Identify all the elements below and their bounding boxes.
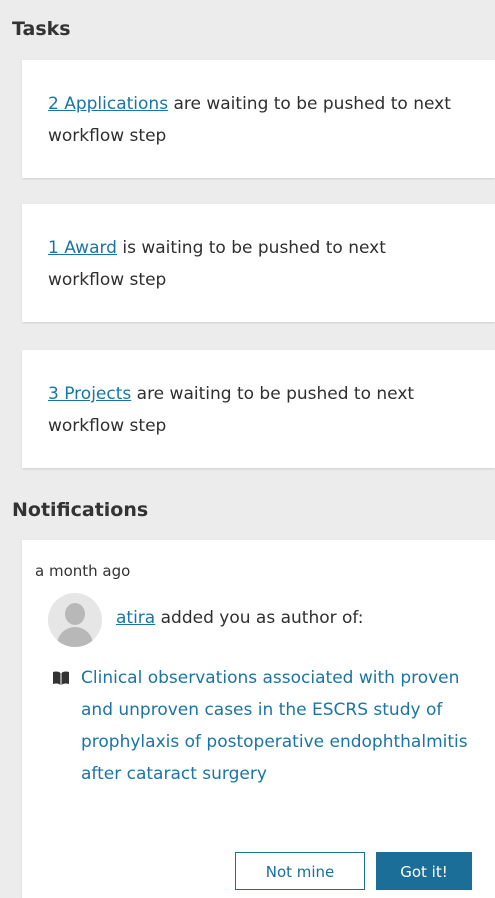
tasks-section-title: Tasks xyxy=(12,18,71,40)
notification-timestamp: a month ago xyxy=(35,562,131,580)
task-text: 3 Projects are waiting to be pushed to n… xyxy=(48,378,461,442)
task-card: 3 Projects are waiting to be pushed to n… xyxy=(22,350,495,468)
task-link-applications[interactable]: 2 Applications xyxy=(48,94,168,114)
avatar-head-shape xyxy=(65,603,85,625)
task-text: 2 Applications are waiting to be pushed … xyxy=(48,88,461,152)
notifications-section-title: Notifications xyxy=(12,499,149,521)
task-link-projects[interactable]: 3 Projects xyxy=(48,384,131,404)
publication-link[interactable]: Clinical observations associated with pr… xyxy=(81,662,481,790)
task-text: 1 Award is waiting to be pushed to next … xyxy=(48,232,461,296)
book-icon xyxy=(53,671,69,685)
user-link[interactable]: atira xyxy=(116,608,155,628)
avatar xyxy=(48,593,102,647)
notification-action: added you as author of: xyxy=(155,608,364,628)
not-mine-button[interactable]: Not mine xyxy=(235,852,365,890)
task-link-award[interactable]: 1 Award xyxy=(48,238,117,258)
task-card: 2 Applications are waiting to be pushed … xyxy=(22,60,495,178)
got-it-button[interactable]: Got it! xyxy=(376,852,472,890)
notification-message: atira added you as author of: xyxy=(116,608,364,628)
avatar-shoulders-shape xyxy=(57,627,93,647)
task-card: 1 Award is waiting to be pushed to next … xyxy=(22,204,495,322)
notification-card: a month ago atira added you as author of… xyxy=(22,540,495,898)
